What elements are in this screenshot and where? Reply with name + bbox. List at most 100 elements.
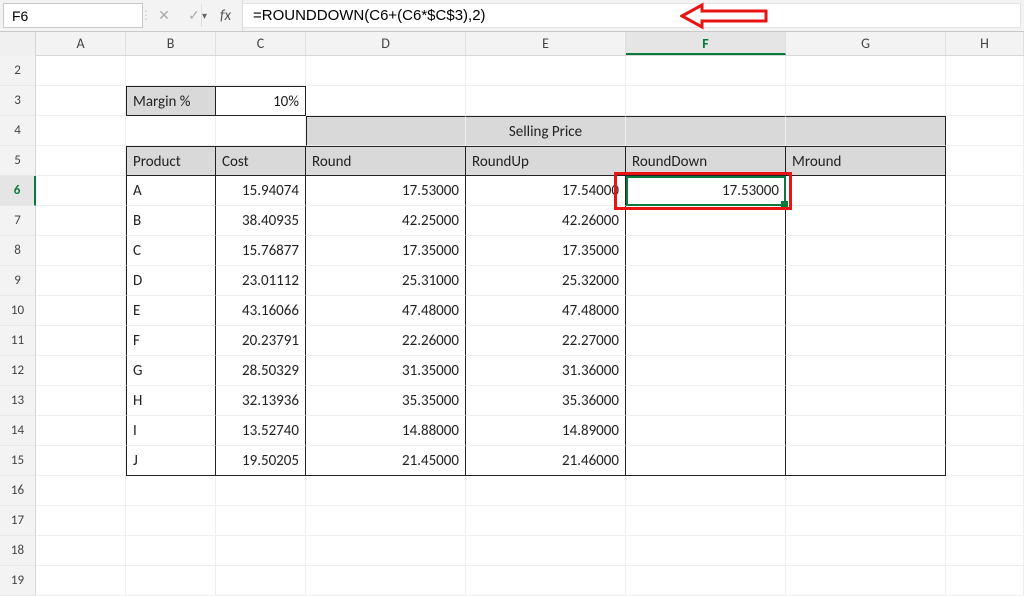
cell-H13[interactable] [946,386,1024,416]
cell-A10[interactable] [36,296,126,326]
cell-C6[interactable]: 15.94074 [216,176,306,206]
cell-F4[interactable] [626,116,786,146]
cell-G2[interactable] [786,56,946,86]
cell-B14[interactable]: I [126,416,216,446]
cell-B6[interactable]: A [126,176,216,206]
cell-H19[interactable] [946,566,1024,596]
cell-A12[interactable] [36,356,126,386]
cell-D17[interactable] [306,506,466,536]
cell-F18[interactable] [626,536,786,566]
cell-B16[interactable] [126,476,216,506]
cell-B4[interactable] [126,116,216,146]
cell-E19[interactable] [466,566,626,596]
cell-E18[interactable] [466,536,626,566]
cell-C14[interactable]: 13.52740 [216,416,306,446]
cell-C3[interactable]: 10% [216,86,306,116]
cell-D12[interactable]: 31.35000 [306,356,466,386]
cell-B8[interactable]: C [126,236,216,266]
cell-A14[interactable] [36,416,126,446]
cell-F10[interactable] [626,296,786,326]
cell-H14[interactable] [946,416,1024,446]
enter-icon[interactable]: ✓ [179,0,209,31]
cell-F13[interactable] [626,386,786,416]
cell-H6[interactable] [946,176,1024,206]
cell-C7[interactable]: 38.40935 [216,206,306,236]
cell-H3[interactable] [946,86,1024,116]
cell-C13[interactable]: 32.13936 [216,386,306,416]
cell-B10[interactable]: E [126,296,216,326]
cell-B5[interactable]: Product [126,146,216,176]
row-header-14[interactable]: 14 [0,416,36,446]
cell-F14[interactable] [626,416,786,446]
cell-C15[interactable]: 19.50205 [216,446,306,476]
cell-C19[interactable] [216,566,306,596]
row-header-4[interactable]: 4 [0,116,36,146]
cell-A4[interactable] [36,116,126,146]
col-header-H[interactable]: H [946,32,1024,55]
cell-A9[interactable] [36,266,126,296]
cell-H9[interactable] [946,266,1024,296]
cell-E3[interactable] [466,86,626,116]
cell-F11[interactable] [626,326,786,356]
cell-G4[interactable] [786,116,946,146]
cell-E5[interactable]: RoundUp [466,146,626,176]
cell-A16[interactable] [36,476,126,506]
cell-C4[interactable] [216,116,306,146]
cell-G8[interactable] [786,236,946,266]
cell-A17[interactable] [36,506,126,536]
cell-G18[interactable] [786,536,946,566]
cell-A18[interactable] [36,536,126,566]
cell-F3[interactable] [626,86,786,116]
cell-D18[interactable] [306,536,466,566]
cell-C5[interactable]: Cost [216,146,306,176]
cell-F16[interactable] [626,476,786,506]
cell-E4[interactable]: Selling Price [466,116,626,146]
cell-G6[interactable] [786,176,946,206]
cell-D15[interactable]: 21.45000 [306,446,466,476]
cell-E14[interactable]: 14.89000 [466,416,626,446]
cell-A6[interactable] [36,176,126,206]
row-header-3[interactable]: 3 [0,86,36,116]
cell-A15[interactable] [36,446,126,476]
cell-H17[interactable] [946,506,1024,536]
row-header-13[interactable]: 13 [0,386,36,416]
cell-B12[interactable]: G [126,356,216,386]
cell-C17[interactable] [216,506,306,536]
cell-G10[interactable] [786,296,946,326]
cell-E2[interactable] [466,56,626,86]
row-header-19[interactable]: 19 [0,566,36,596]
name-box-container[interactable]: ▾ [3,3,143,28]
row-header-10[interactable]: 10 [0,296,36,326]
cell-D6[interactable]: 17.53000 [306,176,466,206]
cell-B9[interactable]: D [126,266,216,296]
row-header-11[interactable]: 11 [0,326,36,356]
row-header-7[interactable]: 7 [0,206,36,236]
cell-H8[interactable] [946,236,1024,266]
cell-G12[interactable] [786,356,946,386]
cell-A2[interactable] [36,56,126,86]
cell-E9[interactable]: 25.32000 [466,266,626,296]
cell-F7[interactable] [626,206,786,236]
col-header-G[interactable]: G [786,32,946,55]
row-header-12[interactable]: 12 [0,356,36,386]
row-header-16[interactable]: 16 [0,476,36,506]
cell-A5[interactable] [36,146,126,176]
cell-G17[interactable] [786,506,946,536]
cell-D8[interactable]: 17.35000 [306,236,466,266]
cell-G16[interactable] [786,476,946,506]
col-header-E[interactable]: E [466,32,626,55]
col-header-B[interactable]: B [126,32,216,55]
cell-G5[interactable]: Mround [786,146,946,176]
cell-H2[interactable] [946,56,1024,86]
cell-B18[interactable] [126,536,216,566]
row-header-17[interactable]: 17 [0,506,36,536]
cancel-icon[interactable]: ✕ [149,0,179,31]
cell-H16[interactable] [946,476,1024,506]
cell-B11[interactable]: F [126,326,216,356]
cell-D10[interactable]: 47.48000 [306,296,466,326]
cell-D3[interactable] [306,86,466,116]
row-header-5[interactable]: 5 [0,146,36,176]
cell-D13[interactable]: 35.35000 [306,386,466,416]
cell-D2[interactable] [306,56,466,86]
cell-G11[interactable] [786,326,946,356]
